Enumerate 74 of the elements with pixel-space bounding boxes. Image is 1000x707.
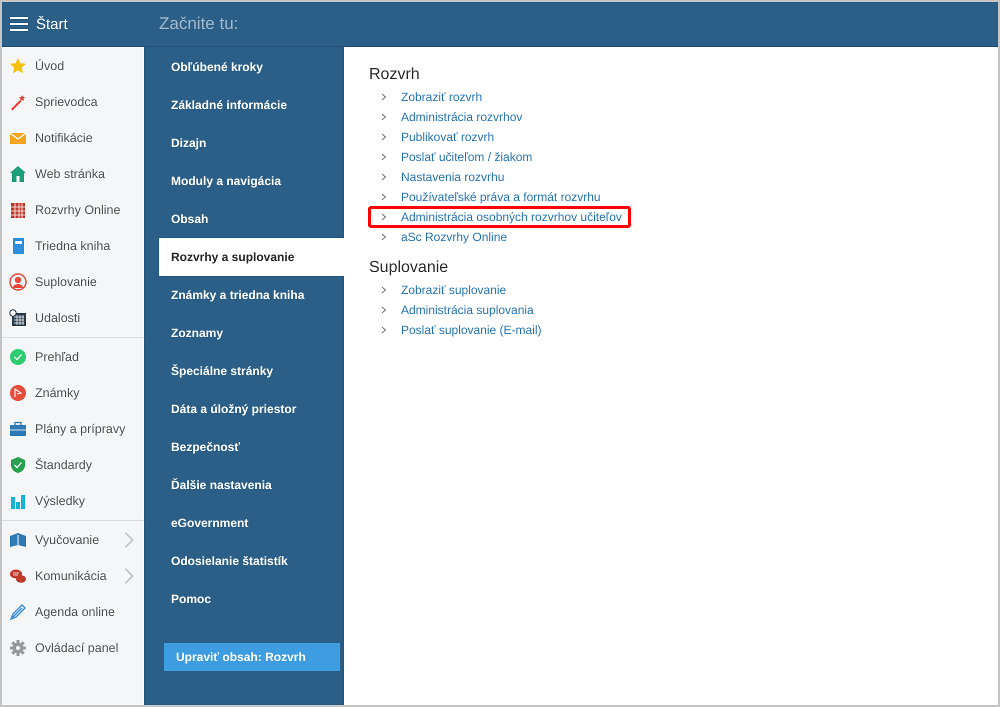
category-item[interactable]: Ďalšie nastavenia [159,466,344,504]
chevron-icon [381,213,387,221]
sidebar-item[interactable]: Štandardy [2,447,144,483]
sidebar-item[interactable]: Úvod [2,48,144,84]
chevron-icon [381,286,387,294]
category-item[interactable]: Dáta a úložný priestor [159,390,344,428]
sidebar-item[interactable]: Triedna kniha [2,228,144,264]
category-item[interactable]: Dizajn [159,124,344,162]
category-item[interactable]: Známky a triedna kniha [159,276,344,314]
category-item[interactable]: Rozvrhy a suplovanie [159,238,344,276]
chevron-icon [381,93,387,101]
sidebar-item[interactable]: Ovládací panel [2,630,144,666]
settings-icon [9,639,27,657]
house-icon [9,165,27,183]
category-item[interactable]: Špeciálne stránky [159,352,344,390]
chevron-icon [381,326,387,334]
link[interactable]: aSc Rozvrhy Online [401,230,508,244]
category-item[interactable]: Moduly a navigácia [159,162,344,200]
category-item[interactable]: Pomoc [159,580,344,618]
category-item[interactable]: Základné informácie [159,86,344,124]
link[interactable]: Administrácia suplovania [401,303,534,317]
star-icon [9,57,27,75]
chevron-icon [381,173,387,181]
menu-icon[interactable] [10,17,28,31]
group-heading: Rozvrh [369,66,421,84]
bar-chart-icon [9,492,27,510]
shield-check-icon [9,456,27,474]
link[interactable]: Zobraziť rozvrh [401,90,482,104]
sidebar-item[interactable]: Sprievodca [2,84,144,120]
pen-icon [9,603,27,621]
grade-circle-icon [9,384,27,402]
sidebar-item[interactable]: Komunikácia [2,558,144,594]
calendar-clock-icon [9,309,27,327]
link[interactable]: Poslať suplovanie (E-mail) [401,323,542,337]
link[interactable]: Nastavenia rozvrhu [401,170,504,184]
group-heading: Suplovanie [369,259,450,277]
magic-wand-icon [9,93,27,111]
category-item[interactable]: Bezpečnosť [159,428,344,466]
link[interactable]: Poslať učiteľom / žiakom [401,150,532,164]
chevron-icon [381,193,387,201]
link[interactable]: Administrácia rozvrhov [401,110,522,124]
sidebar-item[interactable]: Web stránka [2,156,144,192]
chevron-icon [381,113,387,121]
category-item[interactable]: eGovernment [159,504,344,542]
open-book-icon [9,531,27,549]
sidebar-item[interactable]: Prehľad [2,339,144,375]
category-item[interactable]: Obsah [159,200,344,238]
sidebar-item[interactable]: Známky [2,375,144,411]
chevron-icon [381,153,387,161]
sidebar-item[interactable]: Plány a prípravy [2,411,144,447]
sidebar-item[interactable]: Výsledky [2,483,144,519]
sidebar-item[interactable]: Vyučovanie [2,522,144,558]
section-title: Začnite tu: [159,14,238,34]
sidebar-item[interactable]: Notifikácie [2,120,144,156]
chevron-icon [381,233,387,241]
sidebar-item[interactable]: Rozvrhy Online [2,192,144,228]
link[interactable]: Používateľské práva a formát rozvrhu [401,190,601,204]
person-icon [9,273,27,291]
link[interactable]: Administrácia osobných rozvrhov učiteľov [401,210,622,224]
app-title[interactable]: Štart [36,16,68,32]
chat-bubbles-icon [9,567,27,585]
sidebar-item[interactable]: Udalosti [2,300,144,336]
check-circle-icon [9,348,27,366]
category-item[interactable]: Zoznamy [159,314,344,352]
calendar-grid-icon [9,201,27,219]
sidebar-item[interactable]: Agenda online [2,594,144,630]
briefcase-icon [9,420,27,438]
link[interactable]: Publikovať rozvrh [401,130,494,144]
link[interactable]: Zobraziť suplovanie [401,283,506,297]
chevron-icon [381,133,387,141]
chevron-icon [381,306,387,314]
category-item[interactable]: Obľúbené kroky [159,48,344,86]
sidebar-item[interactable]: Suplovanie [2,264,144,300]
category-item[interactable]: Odosielanie štatistík [159,542,344,580]
